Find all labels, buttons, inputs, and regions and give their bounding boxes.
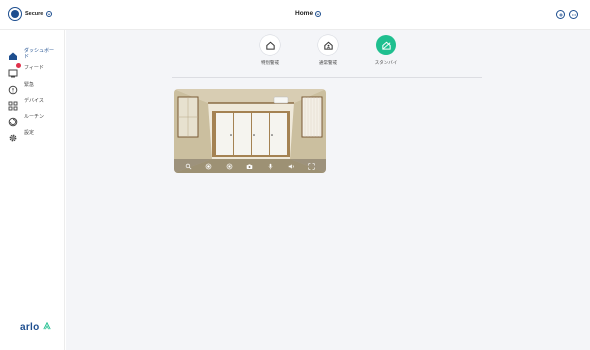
devices-icon	[8, 98, 18, 111]
mode-armed-home[interactable]: 特別警戒	[252, 35, 288, 66]
main-content: 特別警戒 通常警戒 スタンバイ	[66, 30, 590, 350]
more-button[interactable]	[569, 10, 578, 19]
house-icon	[8, 48, 18, 60]
sidebar-item-label: 緊急	[24, 82, 35, 88]
mode-selector: 特別警戒 通常警戒 スタンバイ	[66, 35, 590, 75]
more-icon	[571, 13, 576, 16]
plus-icon	[558, 12, 563, 17]
sidebar-item-label: デバイス	[24, 98, 44, 104]
speaker-icon[interactable]	[287, 162, 295, 170]
snapshot-icon[interactable]	[246, 162, 254, 170]
logo-mark-icon	[43, 322, 51, 330]
routines-icon	[8, 114, 18, 127]
sidebar-item-emergency[interactable]: 緊急	[8, 82, 58, 95]
sidebar-item-label: ダッシュボード	[24, 48, 55, 60]
logo-text: arlo	[20, 322, 40, 333]
camera-controls	[174, 159, 326, 173]
feed-icon	[8, 63, 21, 78]
arlo-logo: arlo	[20, 322, 51, 333]
mode-standby[interactable]: スタンバイ	[368, 35, 404, 66]
sidebar-item-settings[interactable]: 設定	[8, 130, 58, 142]
mode-label: 特別警戒	[261, 60, 279, 65]
add-button[interactable]	[556, 10, 565, 19]
sidebar-item-label: ルーチン	[24, 114, 45, 120]
mode-label: 通常警戒	[319, 60, 337, 65]
notification-badge	[16, 63, 21, 68]
sidebar-item-devices[interactable]: デバイス	[8, 98, 58, 111]
sidebar: ダッシュボード フィード 緊急 デバイス ルーチン 設定 arlo	[0, 30, 65, 350]
sidebar-item-label: 設定	[24, 130, 35, 136]
stop-icon[interactable]	[225, 162, 233, 170]
brand-label: Secure	[25, 11, 44, 17]
sidebar-item-feed[interactable]: フィード	[8, 63, 58, 78]
top-bar: Secure Home	[0, 0, 590, 30]
emergency-icon	[8, 82, 18, 95]
mode-label: スタンバイ	[374, 60, 398, 65]
sidebar-item-dashboard[interactable]: ダッシュボード	[8, 48, 58, 60]
page-title: Home	[295, 10, 314, 17]
house-shield-icon	[260, 35, 280, 55]
house-off-icon	[376, 35, 396, 55]
chevron-down-icon[interactable]	[315, 10, 322, 17]
mic-icon[interactable]	[267, 162, 275, 170]
divider	[172, 77, 482, 78]
mode-armed-away[interactable]: 通常警戒	[310, 35, 346, 66]
sidebar-item-label: フィード	[24, 65, 44, 71]
brand-badge-icon	[8, 7, 22, 21]
chevron-down-icon[interactable]	[46, 11, 53, 17]
mode-switcher[interactable]: Secure	[8, 7, 53, 21]
record-icon[interactable]	[205, 162, 213, 170]
camera-card[interactable]	[174, 89, 326, 173]
zoom-icon[interactable]	[184, 162, 192, 170]
location-selector[interactable]: Home	[295, 10, 322, 17]
gear-icon	[8, 130, 18, 142]
house-person-icon	[318, 35, 338, 55]
fullscreen-icon[interactable]	[308, 162, 316, 170]
sidebar-item-routines[interactable]: ルーチン	[8, 114, 58, 127]
